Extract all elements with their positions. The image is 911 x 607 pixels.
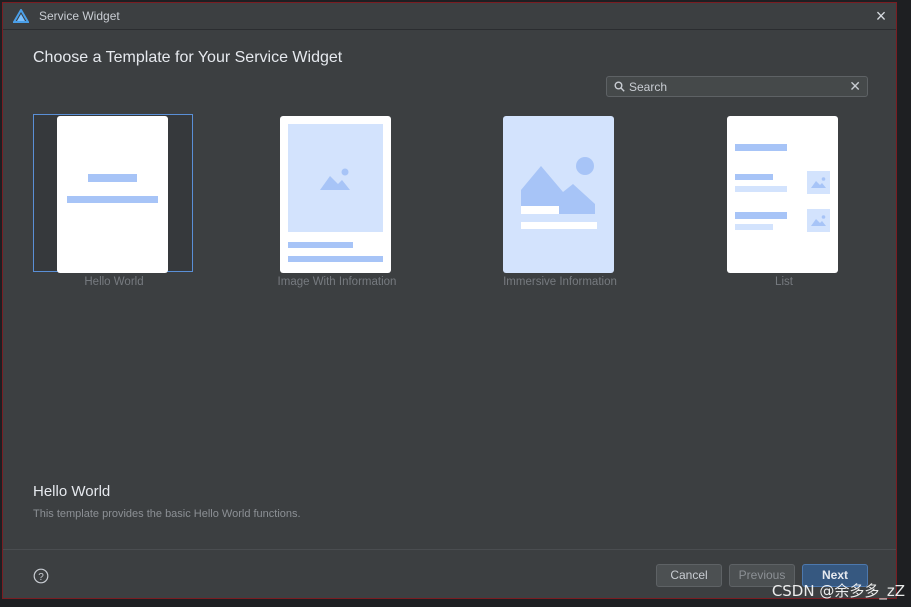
preview-bar — [288, 256, 383, 262]
search-icon — [614, 81, 625, 92]
title-bar: Service Widget × — [3, 3, 896, 30]
search-input[interactable] — [629, 78, 839, 95]
preview-bar — [521, 206, 559, 214]
close-icon[interactable]: × — [872, 7, 890, 25]
image-placeholder-icon — [320, 168, 350, 190]
preview-bar — [521, 222, 597, 229]
footer-divider — [3, 549, 896, 550]
template-preview — [57, 116, 168, 273]
svg-text:?: ? — [38, 572, 44, 583]
template-preview — [727, 116, 838, 273]
clear-search-icon[interactable]: ✕ — [849, 78, 861, 95]
preview-bar — [735, 144, 787, 151]
app-logo-icon — [13, 9, 29, 23]
description-title: Hello World — [33, 483, 111, 500]
template-preview — [280, 116, 391, 273]
window-title: Service Widget — [39, 9, 120, 23]
help-icon[interactable]: ? — [33, 568, 49, 584]
template-label: List — [775, 276, 793, 288]
description-text: This template provides the basic Hello W… — [33, 508, 301, 520]
template-label: Immersive Information — [503, 276, 617, 288]
template-label: Image With Information — [277, 276, 397, 288]
image-placeholder-icon — [811, 177, 826, 188]
preview-bar — [67, 196, 158, 203]
search-box[interactable]: ✕ — [606, 76, 868, 97]
watermark: CSDN @余多多_zZ — [771, 582, 905, 600]
preview-bar — [735, 186, 787, 192]
page-title: Choose a Template for Your Service Widge… — [33, 49, 343, 66]
preview-bar — [735, 174, 773, 180]
dialog-window: Service Widget × Choose a Template for Y… — [2, 2, 897, 599]
cancel-button[interactable]: Cancel — [656, 564, 722, 587]
preview-bar — [735, 212, 787, 219]
image-placeholder-icon — [811, 215, 826, 226]
preview-bar — [288, 242, 353, 248]
template-list[interactable]: List — [703, 114, 865, 288]
template-image-with-information[interactable]: Image With Information — [256, 114, 418, 288]
preview-bar — [735, 224, 773, 230]
template-label: Hello World — [84, 276, 144, 288]
template-preview — [503, 116, 614, 273]
template-hello-world[interactable]: Hello World — [33, 114, 195, 288]
template-immersive-information[interactable]: Immersive Information — [479, 114, 641, 288]
preview-bar — [88, 174, 137, 182]
